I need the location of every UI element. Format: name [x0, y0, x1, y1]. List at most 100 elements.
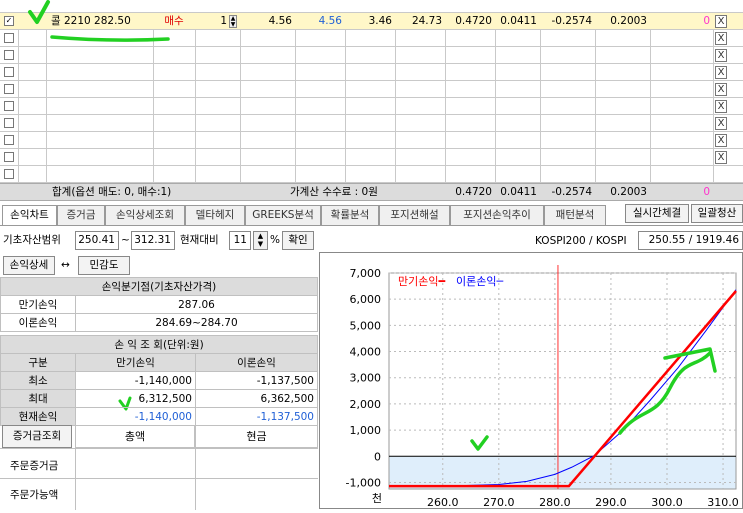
qty-stepper[interactable]: ▲ ▼ — [229, 15, 237, 28]
tab-probability[interactable]: 확률분석 — [321, 205, 379, 225]
qty-value[interactable]: 1 — [195, 13, 227, 30]
breakeven-value: 284.69~284.70 — [75, 313, 318, 332]
tab-position-note[interactable]: 포지션해설 — [379, 205, 450, 225]
x-tick-label: 290.0 — [595, 496, 627, 509]
range-from-input[interactable]: 250.41 — [75, 231, 119, 250]
pnl-label: 현재손익 — [0, 407, 76, 426]
y-tick-label: 2,000 — [350, 398, 382, 411]
table-row[interactable]: X — [0, 81, 743, 98]
cell-value: -0.2574 — [551, 15, 592, 27]
table-row[interactable]: X — [0, 115, 743, 132]
vs-stepper[interactable]: ▲ ▼ — [253, 231, 268, 250]
tab-position-trend[interactable]: 포지션손익추이 — [450, 205, 544, 225]
confirm-button[interactable]: 확인 — [282, 231, 314, 250]
x-unit-label: 천 — [372, 491, 382, 505]
close-icon[interactable]: X — [715, 100, 727, 113]
row-checkbox[interactable] — [4, 33, 14, 43]
y-tick-label: 7,000 — [350, 267, 382, 280]
breakeven-label: 만기손익 — [0, 295, 76, 314]
row-checkbox[interactable] — [4, 152, 14, 162]
sensitivity-button[interactable]: 민감도 — [78, 256, 130, 275]
detail-button[interactable]: 손익상세 — [3, 256, 55, 275]
index-label: KOSPI200 / KOSPI — [535, 235, 627, 247]
y-tick-label: 6,000 — [350, 293, 382, 306]
close-icon[interactable]: X — [715, 83, 727, 96]
pnl-chart-svg: -1,000 0 1,000 2,000 3,000 4,000 5,000 6,000 7,0… — [346, 265, 739, 509]
clear-all-button[interactable]: 일괄청산 — [691, 204, 743, 223]
annotation-arrow — [618, 347, 717, 435]
x-tick-label: 300.0 — [651, 496, 683, 509]
margin-lookup-button[interactable]: 증거금조회 — [2, 425, 72, 448]
row-checkbox[interactable] — [4, 50, 14, 60]
row-checkbox[interactable] — [4, 135, 14, 145]
close-icon[interactable]: X — [715, 151, 727, 164]
breakeven-table: 손익분기점(기초자산가격) 만기손익 287.06 이론손익 284.69~284.… — [0, 277, 318, 332]
tab-margin[interactable]: 증거금 — [57, 205, 105, 225]
pnl-chart: -1,000 0 1,000 2,000 3,000 4,000 5,000 6,000 7,0… — [319, 252, 743, 509]
close-icon[interactable]: X — [715, 134, 727, 147]
tab-greeks[interactable]: GREEKS분석 — [245, 205, 321, 225]
row-checkbox[interactable] — [4, 169, 14, 179]
row-checkbox[interactable]: ✓ — [4, 16, 14, 26]
breakeven-value: 287.06 — [75, 295, 318, 314]
fee-label: 가계산 수수료 : 0원 — [290, 186, 378, 198]
tab-pnl-chart[interactable]: 손익차트 — [2, 205, 57, 225]
y-tick-label: -1,000 — [346, 476, 381, 489]
close-icon[interactable]: X — [715, 117, 727, 130]
loss-region — [389, 456, 736, 489]
table-row[interactable]: X — [0, 30, 743, 47]
y-tick-label: 0 — [374, 450, 381, 463]
table-row[interactable]: X — [0, 149, 743, 166]
close-icon[interactable]: X — [715, 15, 727, 28]
pnl-table: 손 익 조 회(단위:원) 구분 만기손익 이론손익 최소 -1,140,000-… — [0, 335, 318, 426]
pnl-title: 손 익 조 회(단위:원) — [0, 335, 318, 354]
pnl-exp: -1,140,000 — [75, 371, 196, 390]
row-checkbox[interactable] — [4, 67, 14, 77]
range-to-input[interactable]: 312.31 — [131, 231, 175, 250]
breakeven-title: 손익분기점(기초자산가격) — [0, 277, 318, 296]
x-tick-label: 310.0 — [707, 496, 739, 509]
table-row[interactable]: X — [0, 47, 743, 64]
table-row[interactable] — [0, 166, 743, 183]
cell-value: 0 — [703, 186, 710, 198]
table-row[interactable]: X — [0, 132, 743, 149]
close-icon[interactable]: X — [715, 32, 727, 45]
vs-input[interactable]: 11 — [229, 231, 251, 250]
y-tick-label: 3,000 — [350, 372, 382, 385]
summary-row: 합계(옵션 매도: 0, 매수:1) 가계산 수수료 : 0원 0.4720 0… — [0, 183, 743, 201]
cell-value: 0.0411 — [500, 186, 537, 198]
row-checkbox[interactable] — [4, 101, 14, 111]
tab-delta-hedge[interactable]: 델타헤지 — [185, 205, 245, 225]
x-tick-label: 270.0 — [483, 496, 515, 509]
cell-value: 0.4720 — [455, 186, 492, 198]
pnl-theo: 6,362,500 — [195, 389, 318, 408]
row-checkbox[interactable] — [4, 118, 14, 128]
vs-label: 현재대비 — [180, 234, 219, 246]
position-grid: ✓ 콜 2210 282.50 매수 1 ▲ ▼ 4.56 4.56 3.46 2… — [0, 12, 743, 184]
order-margin-label: 주문증거금 — [10, 460, 59, 472]
row-checkbox[interactable] — [4, 84, 14, 94]
cell-value: 0.4720 — [455, 15, 492, 27]
close-icon[interactable]: X — [715, 66, 727, 79]
pnl-exp: 6,312,500 — [75, 389, 196, 408]
tab-pattern[interactable]: 패턴분석 — [544, 205, 606, 225]
annotation-check — [470, 435, 489, 451]
summary-label: 합계(옵션 매도: 0, 매수:1) — [52, 186, 172, 198]
cell-value: 4.56 — [268, 15, 292, 27]
close-icon[interactable]: X — [715, 49, 727, 62]
cell-value: 0.2003 — [610, 15, 647, 27]
pnl-header: 이론손익 — [195, 353, 318, 372]
table-row[interactable]: ✓ 콜 2210 282.50 매수 1 ▲ ▼ 4.56 4.56 3.46 2… — [0, 13, 743, 30]
realtime-button[interactable]: 실시간체결 — [625, 204, 689, 223]
pnl-theo: -1,137,500 — [195, 371, 318, 390]
cell-value: 4.56 — [318, 15, 342, 27]
y-tick-label: 1,000 — [350, 424, 382, 437]
y-tick-label: 5,000 — [350, 319, 382, 332]
instrument-name: 콜 2210 282.50 — [51, 15, 131, 27]
table-row[interactable]: X — [0, 98, 743, 115]
tab-pnl-detail[interactable]: 손익상세조회 — [105, 205, 185, 225]
legend-theo: 이론손익─ — [456, 275, 503, 288]
table-row[interactable]: X — [0, 64, 743, 81]
margin-header-total: 총액 — [75, 425, 195, 448]
cell-value: 3.46 — [368, 15, 392, 27]
